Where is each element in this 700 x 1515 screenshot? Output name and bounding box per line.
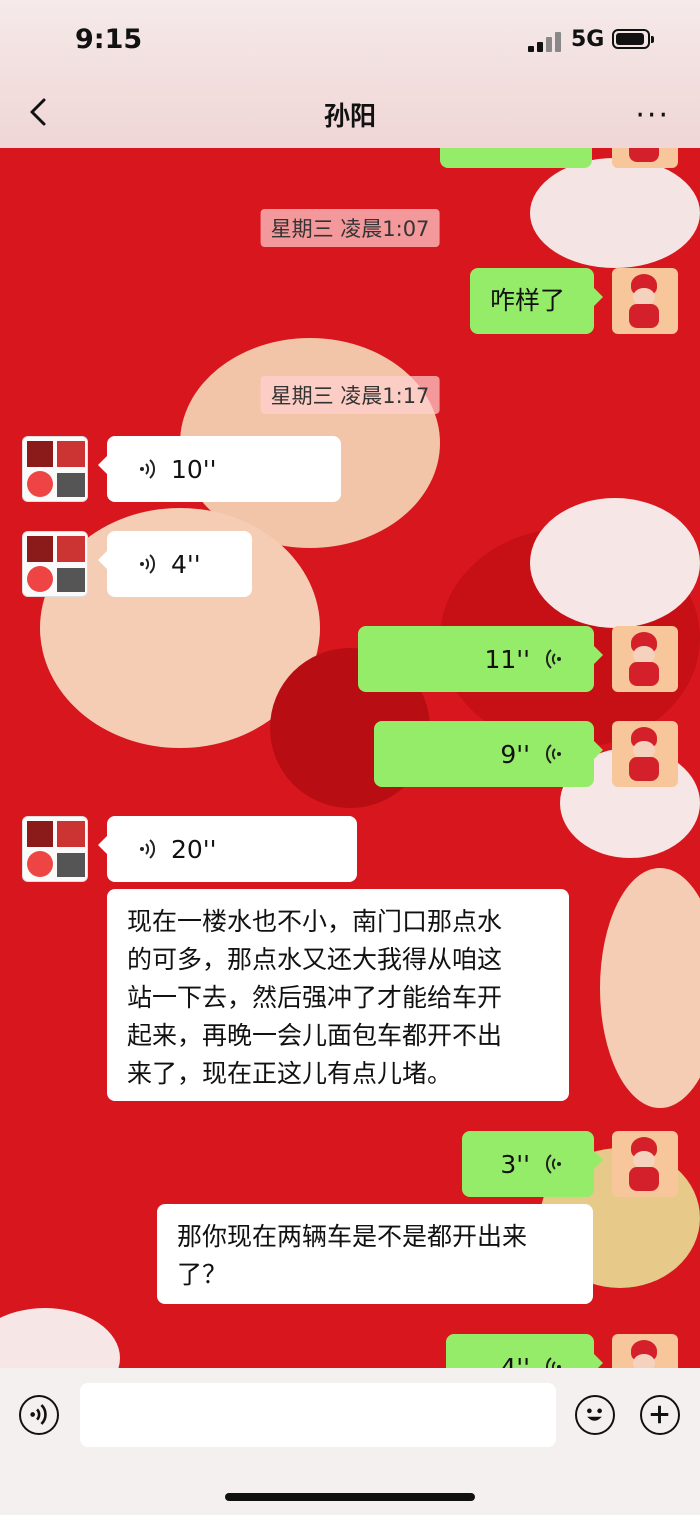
timestamp: 星期三 凌晨1:17	[260, 376, 440, 414]
voice-message-outgoing[interactable]: 11''	[358, 626, 603, 692]
message-input[interactable]	[80, 1383, 556, 1447]
network-type: 5G	[571, 27, 605, 52]
message-text-line: 了？	[177, 1260, 228, 1289]
avatar-self[interactable]	[612, 721, 678, 787]
background-decoration	[600, 868, 700, 1108]
signal-icon	[528, 32, 562, 52]
message-text-line: 的可多，那点水又还大我得从咱这	[127, 945, 503, 974]
avatar-contact[interactable]	[22, 436, 88, 502]
background-decoration	[530, 498, 700, 628]
voice-message-incoming[interactable]: 20''	[98, 816, 357, 882]
avatar-self[interactable]	[612, 268, 678, 334]
chat-title: 孙阳	[323, 102, 376, 132]
message-text-line: 站一下去，然后强冲了才能给车开	[127, 983, 503, 1012]
voice-wave-icon	[140, 459, 156, 479]
voice-wave-icon	[545, 1357, 561, 1368]
voice-duration: 11''	[484, 644, 530, 674]
voice-duration: 9''	[500, 739, 530, 769]
more-icon[interactable]: ···	[635, 98, 670, 133]
message-bubble-incoming[interactable]: 那你现在两辆车是不是都开出来 了？	[157, 1204, 593, 1304]
message-bubble-outgoing[interactable]	[440, 148, 592, 168]
avatar-self[interactable]	[612, 1334, 678, 1368]
message-text-line: 起来，再晚一会儿面包车都开不出	[127, 1021, 503, 1050]
message-bubble-incoming[interactable]: 现在一楼水也不小，南门口那点水 的可多，那点水又还大我得从咱这 站一下去，然后强…	[107, 889, 569, 1101]
voice-duration: 10''	[171, 454, 217, 484]
voice-duration: 3''	[500, 1149, 530, 1179]
voice-duration: 4''	[500, 1352, 530, 1369]
status-bar: 9:15 5G	[0, 0, 700, 80]
chat-area[interactable]: 星期三 凌晨1:07 咋样了 星期三 凌晨1:17 10'' 4'' 11'' …	[0, 148, 700, 1368]
message-text-line: 来了，现在正这儿有点儿堵。	[127, 1059, 453, 1088]
voice-input-icon[interactable]	[19, 1395, 59, 1435]
voice-duration: 4''	[171, 549, 201, 579]
message-bubble-outgoing[interactable]: 咋样了	[470, 268, 603, 334]
voice-message-outgoing[interactable]: 4''	[446, 1334, 603, 1369]
background-decoration	[0, 1308, 120, 1368]
voice-wave-icon	[140, 839, 156, 859]
voice-duration: 20''	[171, 834, 217, 864]
voice-message-outgoing[interactable]: 9''	[374, 721, 603, 787]
voice-wave-icon	[545, 744, 561, 764]
voice-wave-icon	[140, 554, 156, 574]
voice-wave-icon	[545, 1154, 561, 1174]
avatar-self[interactable]	[612, 626, 678, 692]
status-time: 9:15	[75, 24, 143, 55]
home-indicator[interactable]	[225, 1493, 475, 1501]
nav-bar: 孙阳 ···	[0, 80, 700, 148]
voice-wave-icon	[545, 649, 561, 669]
voice-message-outgoing[interactable]: 3''	[462, 1131, 603, 1197]
avatar-contact[interactable]	[22, 816, 88, 882]
battery-icon	[612, 29, 654, 49]
avatar-self[interactable]	[612, 148, 678, 168]
emoji-icon[interactable]	[575, 1395, 615, 1435]
voice-message-incoming[interactable]: 4''	[98, 531, 252, 597]
message-text-line: 那你现在两辆车是不是都开出来	[177, 1222, 528, 1251]
input-bar	[0, 1368, 700, 1515]
message-text: 咋样了	[490, 286, 566, 315]
avatar-contact[interactable]	[22, 531, 88, 597]
add-icon[interactable]	[640, 1395, 680, 1435]
voice-message-incoming[interactable]: 10''	[98, 436, 341, 502]
message-text-line: 现在一楼水也不小，南门口那点水	[127, 907, 503, 936]
timestamp: 星期三 凌晨1:07	[260, 209, 440, 247]
background-decoration	[530, 158, 700, 268]
avatar-self[interactable]	[612, 1131, 678, 1197]
